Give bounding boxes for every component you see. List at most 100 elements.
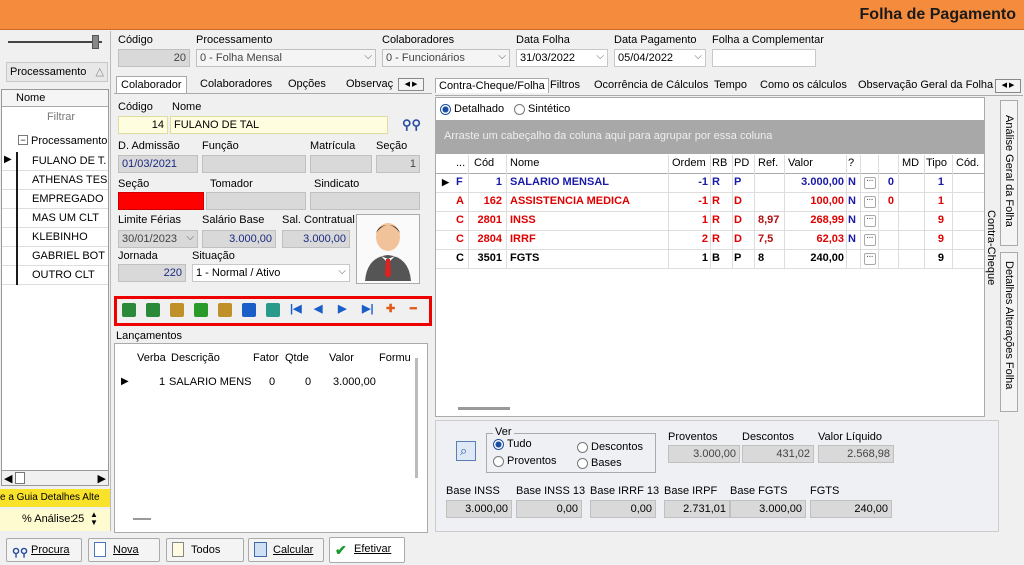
copy-icon[interactable] (218, 303, 232, 317)
scroll-thumb[interactable] (15, 472, 25, 484)
radio-detalhado-label[interactable]: Detalhado (454, 103, 504, 115)
c-icon[interactable] (242, 303, 256, 317)
inner-side-tab[interactable]: Contra-Cheque (985, 210, 999, 300)
situacao-select[interactable]: 1 - Normal / Ativo (192, 264, 350, 282)
radio-bases-icon[interactable] (577, 458, 588, 469)
radio-proventos-label[interactable]: Proventos (507, 455, 557, 467)
side-tab-analise[interactable]: Análise Geral da Folha (1000, 100, 1018, 246)
grid-col-header[interactable]: Tipo (926, 157, 947, 169)
scroll-left-icon[interactable]: ◀ (4, 472, 12, 485)
tab-scroll-icon[interactable]: ◀ ▶ (398, 78, 424, 91)
processamento-select[interactable]: 0 - Folha Mensal (196, 49, 376, 67)
grid-col-header[interactable]: Cód. (956, 157, 979, 169)
salario-base-field[interactable]: 3.000,00 (202, 230, 276, 248)
radio-descontos-icon[interactable] (577, 442, 588, 453)
emp-codigo-field[interactable]: 14 (118, 116, 168, 134)
list-header[interactable]: Nome (2, 90, 108, 107)
data-folha-field[interactable]: 31/03/2022 (516, 49, 608, 67)
employee-row[interactable]: EMPREGADO (2, 190, 108, 209)
lanc-col-header[interactable]: Formu (379, 352, 411, 364)
clipboard-icon[interactable] (170, 303, 184, 317)
calcular-button[interactable]: Calcular (248, 538, 324, 562)
procura-button[interactable]: ⚲⚲ Procura (6, 538, 82, 562)
limite-ferias-field[interactable]: 30/01/2023 (118, 230, 198, 248)
collapse-icon[interactable]: − (18, 135, 28, 145)
ellipsis-button[interactable]: ··· (864, 177, 876, 189)
lanc-col-header[interactable]: Qtde (285, 352, 309, 364)
last-icon[interactable]: ▶| (362, 302, 374, 315)
ellipsis-button[interactable]: ··· (864, 234, 876, 246)
sal-contratual-field[interactable]: 3.000,00 (282, 230, 350, 248)
rtab-scroll-icon[interactable]: ◀ ▶ (995, 79, 1021, 93)
lanc-hscroll[interactable] (133, 518, 151, 520)
radio-tudo-icon[interactable] (493, 439, 504, 450)
first-icon[interactable]: |◀ (290, 302, 302, 315)
codigo-field[interactable]: 20 (118, 49, 190, 67)
data-pagamento-field[interactable]: 05/04/2022 (614, 49, 706, 67)
grid-col-header[interactable]: MD (902, 157, 919, 169)
secao-field[interactable]: 1 (376, 155, 420, 173)
right-tab[interactable]: Tempo (711, 78, 750, 92)
funcao-field[interactable] (202, 155, 306, 173)
employee-avatar[interactable] (356, 214, 420, 284)
admissao-field[interactable]: 01/03/2021 (118, 155, 198, 173)
view-icon[interactable]: ⌕ (456, 441, 476, 461)
prev-icon[interactable]: ◀ (314, 302, 322, 315)
grid-col-header[interactable]: ? (848, 157, 854, 169)
grid-hscroll[interactable] (458, 407, 510, 410)
tomador-field[interactable] (206, 192, 306, 210)
radio-proventos-icon[interactable] (493, 456, 504, 467)
matricula-field[interactable] (310, 155, 372, 173)
folha-complementar-field[interactable] (712, 49, 816, 67)
employee-row[interactable]: OUTRO CLT (2, 266, 108, 285)
right-tab[interactable]: Contra-Cheque/Folha (435, 78, 549, 93)
binoculars-icon[interactable]: ⚲⚲ (402, 117, 421, 133)
plus-icon[interactable]: ✚ (386, 302, 395, 315)
radio-tudo-label[interactable]: Tudo (507, 438, 532, 450)
lanc-col-header[interactable]: Fator (253, 352, 279, 364)
employee-row[interactable]: KLEBINHO (2, 228, 108, 247)
employee-row[interactable]: GABRIEL BOT (2, 247, 108, 266)
tree-root[interactable]: − Processamento (16, 132, 108, 150)
tab-opcoes[interactable]: Opções (284, 76, 330, 92)
jornada-field[interactable]: 220 (118, 264, 186, 282)
employee-row[interactable]: ATHENAS TES (2, 171, 108, 190)
todos-button[interactable]: Todos (166, 538, 244, 562)
radio-detalhado-icon[interactable] (440, 104, 451, 115)
lanc-col-header[interactable]: Valor (329, 352, 354, 364)
tab-colaboradores[interactable]: Colaboradores (196, 76, 276, 92)
emp-nome-field[interactable]: FULANO DE TAL (170, 116, 388, 134)
tab-observacoes[interactable]: Observaç (342, 76, 397, 92)
right-tab[interactable]: Como os cálculos (757, 78, 850, 92)
next-icon[interactable]: ▶ (338, 302, 346, 315)
add-row-icon[interactable] (122, 303, 136, 317)
grid-col-header[interactable]: Cód (474, 157, 494, 169)
grid-col-header[interactable]: Ref. (758, 157, 778, 169)
lanc-vscroll[interactable] (415, 358, 418, 478)
h-scrollbar[interactable]: ◀ ▶ (1, 470, 109, 486)
splitter-slider[interactable] (8, 41, 102, 43)
lanc-row[interactable]: ▶ 1 SALARIO MENS 0 0 3.000,00 (115, 374, 415, 392)
lanc-col-header[interactable]: Verba (137, 352, 166, 364)
grid-col-header[interactable]: RB (712, 157, 727, 169)
radio-sintetico-label[interactable]: Sintético (528, 103, 570, 115)
secao2-field[interactable] (118, 192, 204, 210)
grid-col-header[interactable]: Valor (788, 157, 813, 169)
lanc-col-header[interactable]: Descrição (171, 352, 220, 364)
grid-col-header[interactable]: Nome (510, 157, 539, 169)
grid-col-header[interactable]: Ordem (672, 157, 706, 169)
tab-colaborador[interactable]: Colaborador (116, 76, 187, 93)
sindicato-field[interactable] (310, 192, 420, 210)
employee-row[interactable]: MAS UM CLT (2, 209, 108, 228)
right-tab[interactable]: Ocorrência de Cálculos (591, 78, 711, 92)
right-tab[interactable]: Filtros (547, 78, 583, 92)
grid-col-header[interactable]: PD (734, 157, 749, 169)
radio-descontos-label[interactable]: Descontos (591, 441, 643, 453)
group-box[interactable]: Processamento △ (6, 62, 108, 82)
employee-row[interactable]: ▶ FULANO DE T. (2, 152, 108, 171)
radio-sintetico-icon[interactable] (514, 104, 525, 115)
grid-col-header[interactable]: ... (456, 157, 465, 169)
scroll-right-icon[interactable]: ▶ (98, 472, 106, 485)
analysis-spin[interactable]: ▲ ▼ (90, 511, 98, 527)
splitter-thumb[interactable] (92, 35, 99, 49)
